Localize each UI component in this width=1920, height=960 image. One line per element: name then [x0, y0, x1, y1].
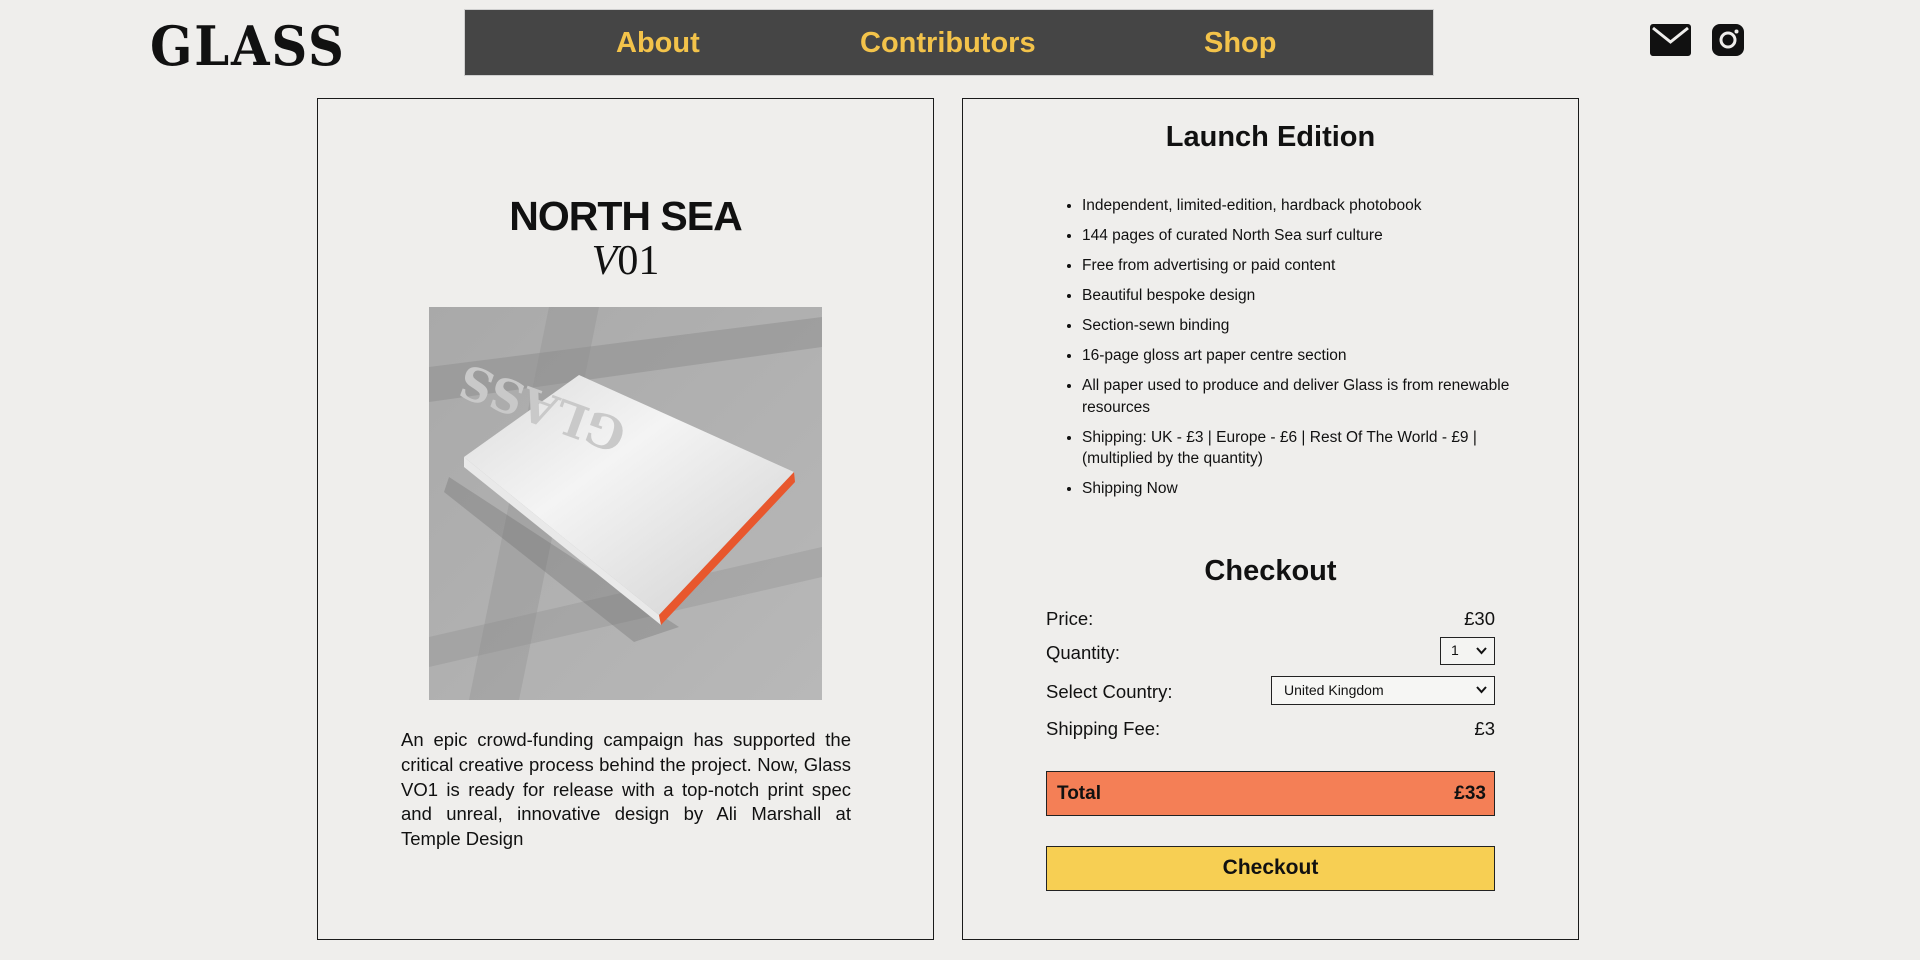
- shipping-fee-value: £3: [1474, 718, 1495, 739]
- checkout-button[interactable]: Checkout: [1046, 846, 1495, 891]
- list-item: All paper used to produce and deliver Gl…: [1082, 375, 1512, 418]
- nav-item-about[interactable]: About: [616, 27, 700, 60]
- product-photo: GLASS: [429, 307, 822, 700]
- edition-number: 01: [617, 238, 660, 284]
- feature-list: Independent, limited-edition, hardback p…: [1064, 195, 1512, 508]
- country-label: Select Country:: [1046, 681, 1173, 702]
- chevron-down-icon: [1476, 686, 1487, 694]
- total-value: £33: [1454, 783, 1486, 804]
- instagram-icon[interactable]: [1712, 24, 1744, 61]
- country-select[interactable]: United Kingdom: [1271, 676, 1495, 705]
- product-title: NORTH SEA: [509, 193, 742, 239]
- product-panel: NORTH SEA V01 GLASS An epic crowd-fundin…: [317, 98, 934, 940]
- product-edition: V01: [318, 237, 933, 285]
- glass-logo[interactable]: GLASS: [150, 14, 346, 78]
- purchase-panel: Launch Edition Independent, limited-edit…: [962, 98, 1579, 940]
- nav-item-contributors[interactable]: Contributors: [860, 27, 1036, 60]
- quantity-value: 1: [1451, 642, 1459, 658]
- product-description: An epic crowd-funding campaign has suppo…: [401, 729, 851, 850]
- total-bar: Total £33: [1046, 771, 1495, 816]
- list-item: Shipping: UK - £3 | Europe - £6 | Rest O…: [1082, 427, 1512, 470]
- list-item: 16-page gloss art paper centre section: [1082, 345, 1512, 367]
- checkout-title: Checkout: [1204, 555, 1337, 587]
- list-item: Shipping Now: [1082, 478, 1512, 500]
- price-label: Price:: [1046, 608, 1094, 629]
- list-item: Free from advertising or paid content: [1082, 255, 1512, 277]
- nav-item-shop[interactable]: Shop: [1204, 27, 1277, 60]
- country-value: United Kingdom: [1284, 682, 1384, 698]
- shipping-fee-label: Shipping Fee:: [1046, 718, 1161, 739]
- quantity-select[interactable]: 1: [1440, 637, 1495, 665]
- total-label: Total: [1057, 783, 1101, 804]
- launch-edition-title: Launch Edition: [1165, 121, 1376, 153]
- list-item: 144 pages of curated North Sea surf cult…: [1082, 225, 1512, 247]
- list-item: Section-sewn binding: [1082, 315, 1512, 337]
- list-item: Beautiful bespoke design: [1082, 285, 1512, 307]
- mail-icon[interactable]: [1650, 24, 1691, 61]
- main-nav: About Contributors Shop: [464, 9, 1434, 76]
- price-value: £30: [1464, 608, 1495, 629]
- chevron-down-icon: [1476, 647, 1487, 655]
- quantity-label: Quantity:: [1046, 642, 1121, 663]
- edition-prefix: V: [591, 238, 618, 284]
- list-item: Independent, limited-edition, hardback p…: [1082, 195, 1512, 217]
